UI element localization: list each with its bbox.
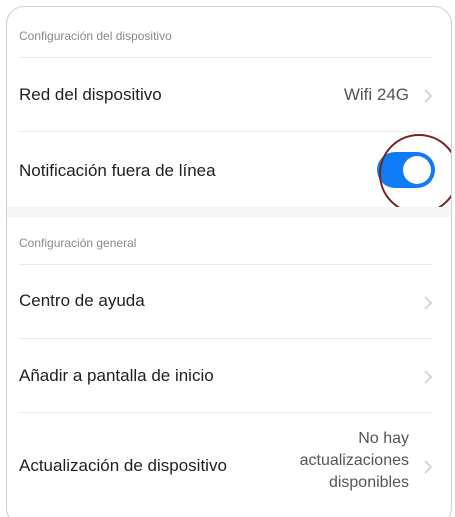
update-status-line: disponibles <box>328 474 409 491</box>
row-value-device-network: Wifi 24G <box>343 85 409 104</box>
section-header-device: Configuración del dispositivo <box>19 29 172 43</box>
chevron-right-icon <box>424 296 433 310</box>
row-value-device-update: No hay actualizaciones disponibles <box>300 428 409 494</box>
row-label-device-update: Actualización de dispositivo <box>19 456 227 475</box>
update-status-line: No hay <box>358 430 409 447</box>
highlight-ring <box>379 134 451 214</box>
row-device-network[interactable]: Red del dispositivo Wifi 24G <box>7 57 451 131</box>
section-gap <box>7 207 451 217</box>
row-help-center[interactable]: Centro de ayuda <box>7 264 451 338</box>
chevron-right-icon <box>424 370 433 384</box>
chevron-right-icon <box>424 460 433 474</box>
row-label-help-center: Centro de ayuda <box>19 291 145 310</box>
row-device-update[interactable]: Actualización de dispositivo No hay actu… <box>7 412 451 512</box>
row-add-home-screen[interactable]: Añadir a pantalla de inicio <box>7 338 451 412</box>
row-label-add-home-screen: Añadir a pantalla de inicio <box>19 366 214 385</box>
chevron-right-icon <box>424 89 433 103</box>
row-label-device-network: Red del dispositivo <box>19 85 162 104</box>
update-status-line: actualizaciones <box>299 452 409 469</box>
settings-panel: Configuración del dispositivo Red del di… <box>6 6 452 517</box>
section-header-general: Configuración general <box>19 236 137 250</box>
row-label-offline-notification: Notificación fuera de línea <box>19 161 216 180</box>
